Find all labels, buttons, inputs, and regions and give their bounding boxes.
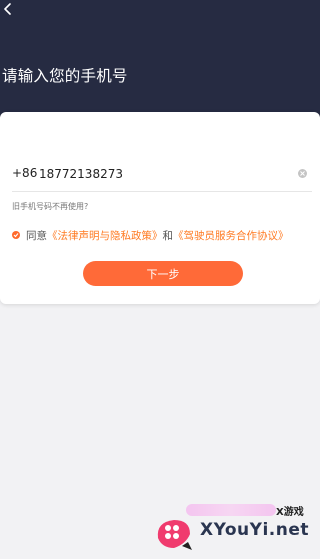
driver-agreement-link[interactable]: 《驾驶员服务合作协议》 [173,230,289,242]
legal-policy-link[interactable]: 《法律声明与隐私政策》 [47,230,163,242]
watermark-cn: X游戏 [276,507,304,518]
watermark-blur [186,504,276,516]
phone-form-card: +86 旧手机号码不再使用? 同意《法律声明与隐私政策》和《驾驶员服务合作协议》… [0,112,320,304]
phone-row: +86 [12,164,312,186]
back-button[interactable] [0,0,22,20]
clear-button[interactable] [298,169,307,178]
watermark: X游戏 XYouYi.net [150,500,320,559]
divider [12,191,312,192]
check-icon [13,233,19,238]
next-button[interactable]: 下一步 [83,261,243,286]
country-code[interactable]: +86 [12,166,37,180]
chevron-left-icon [4,3,11,15]
agree-prefix: 同意 [26,230,47,242]
page-title: 请输入您的手机号 [2,67,128,85]
watermark-logo-icon [157,520,192,550]
clear-icon [300,171,305,176]
agree-and: 和 [162,230,174,242]
agreement-text: 同意《法律声明与隐私政策》和《驾驶员服务合作协议》 [26,228,289,243]
old-phone-link[interactable]: 旧手机号码不再使用? [12,201,88,212]
watermark-en: XYouYi.net [200,520,309,540]
phone-input[interactable] [39,164,289,184]
agree-checkbox[interactable] [12,231,20,239]
